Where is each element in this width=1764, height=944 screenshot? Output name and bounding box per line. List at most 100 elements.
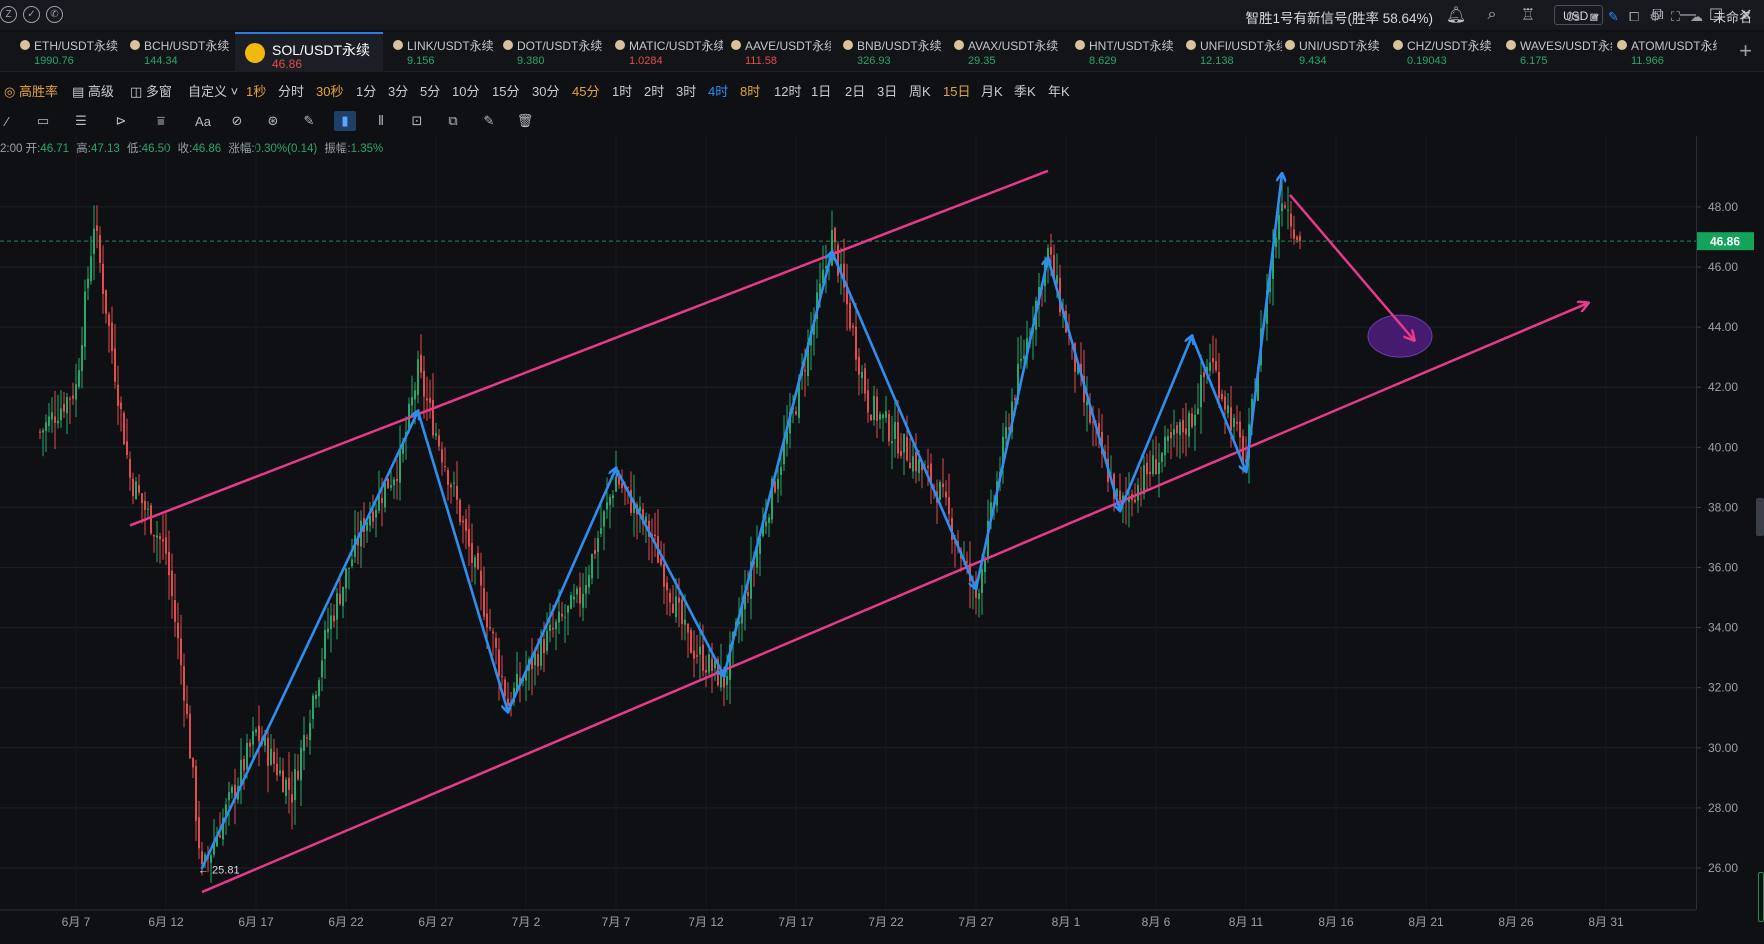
search-icon[interactable]: ⌕ [1480, 4, 1504, 26]
candle-body [1110, 476, 1112, 480]
logo-icon[interactable]: Z [0, 6, 17, 23]
timeframe-13[interactable]: 4时 [708, 81, 728, 100]
timeframe-12[interactable]: 3时 [676, 81, 696, 100]
timeframe-8[interactable]: 30分 [532, 81, 559, 100]
compass-icon[interactable]: ✓ [23, 6, 40, 23]
bell-icon[interactable]: 🔔︎ [1444, 4, 1468, 26]
candle-body [1053, 255, 1055, 280]
side-panel-handle[interactable] [1756, 498, 1764, 536]
fib-icon[interactable]: ☰ [70, 111, 92, 131]
timeframe-4[interactable]: 3分 [388, 81, 408, 100]
timeframe-11[interactable]: 2时 [644, 81, 664, 100]
edit-icon[interactable]: ✎ [478, 111, 500, 131]
x-tick-label: 6月 27 [418, 915, 454, 929]
timeframe-3[interactable]: 1分 [356, 81, 376, 100]
y-tick-label: 28.00 [1708, 801, 1738, 815]
lock-icon[interactable]: ⊡ [406, 111, 428, 131]
tab-eth[interactable]: ETH/USDT永续 1990.76 [20, 32, 122, 72]
candle-body [903, 433, 905, 453]
lead-0[interactable]: ◎ 高胜率 [4, 81, 58, 100]
cloud-icon[interactable]: ☁ [1690, 9, 1703, 25]
trash-icon[interactable]: 🗑︎ [514, 111, 536, 131]
window-icon[interactable]: ⧠ [1629, 9, 1639, 25]
timeframe-6[interactable]: 10分 [452, 81, 479, 100]
timeframe-20[interactable]: 15日 [943, 81, 970, 100]
candle-body [171, 570, 173, 597]
candle-body [723, 671, 725, 688]
timeframe-1[interactable]: 分时 [278, 81, 304, 100]
candle-body [1026, 338, 1028, 360]
candle-body [459, 499, 461, 523]
timeframe-18[interactable]: 3日 [877, 81, 897, 100]
tab-bnb[interactable]: BNB/USDT永续 326.93 [843, 32, 943, 72]
tab-sol[interactable]: SOL/USDT永续 46.86 [235, 32, 383, 72]
candle-body [240, 759, 242, 786]
candle-body [981, 569, 983, 594]
signal-notice[interactable]: 智胜1号有新信号(胜率 58.64%) [1245, 7, 1433, 27]
tab-matic[interactable]: MATIC/USDT永续 1.0284 [615, 32, 723, 72]
measure-icon[interactable]: ▮ [334, 111, 356, 131]
tab-avax[interactable]: AVAX/USDT永续 29.35 [954, 32, 1062, 72]
tab-dot[interactable]: DOT/USDT永续 9.380 [503, 32, 603, 72]
tab-aave[interactable]: AAVE/USDT永续 111.58 [731, 32, 831, 72]
tab-link[interactable]: LINK/USDT永续 9.156 [393, 32, 493, 72]
timeframe-7[interactable]: 15分 [492, 81, 519, 100]
lead-3[interactable]: 自定义 ˅ [188, 81, 238, 100]
channel-icon[interactable]: ⩸ [150, 111, 172, 131]
rectangle-icon[interactable]: ▭ [32, 111, 54, 131]
camera-icon[interactable]: ◙ [1590, 9, 1598, 24]
tab-symbol: AVAX/USDT永续 [968, 39, 1059, 53]
lead-2[interactable]: ◫ 多窗 [130, 81, 172, 100]
timeframe-23[interactable]: 年K [1048, 81, 1070, 100]
candle-body [789, 411, 791, 434]
tab-symbol: UNFI/USDT永续 [1200, 39, 1282, 53]
tab-waves[interactable]: WAVES/USDT永续 6.175 [1506, 32, 1612, 72]
candle-body [999, 471, 1001, 483]
volume-scroll-handle[interactable] [1758, 872, 1764, 922]
tab-symbol: ATOM/USDT永续 [1631, 39, 1717, 53]
lead-1[interactable]: ▤ 高级 [72, 81, 114, 100]
fullscreen-icon[interactable]: ⛶ [1671, 9, 1680, 25]
layout-name[interactable]: 未命名 [1713, 7, 1752, 26]
candle-body [1056, 275, 1058, 284]
candle-body [483, 588, 485, 617]
tab-hnt[interactable]: HNT/USDT永续 8.629 [1075, 32, 1175, 72]
timeframe-5[interactable]: 5分 [420, 81, 440, 100]
tab-chz[interactable]: CHZ/USDT永续 0.19043 [1393, 32, 1493, 72]
magnet-icon[interactable]: ⊛ [262, 111, 284, 131]
candle-body [837, 244, 839, 276]
candle-body [501, 675, 503, 677]
timeframe-22[interactable]: 季K [1014, 81, 1036, 100]
tab-unfi[interactable]: UNFI/USDT永续 12.138 [1186, 32, 1282, 72]
pattern-icon[interactable]: ⊳ [110, 111, 132, 131]
timeframe-19[interactable]: 周K [909, 81, 931, 100]
candle-icon[interactable]: ⦀ [370, 111, 392, 131]
pen-icon[interactable]: ✎ [1608, 9, 1619, 25]
trend-line-icon[interactable]: ⁄ [0, 111, 18, 131]
timeframe-21[interactable]: 月K [981, 81, 1003, 100]
copy-icon[interactable]: ⧉ [442, 111, 464, 131]
tab-bch[interactable]: BCH/USDT永续 144.34 [130, 32, 230, 72]
tab-uni[interactable]: UNI/USDT永续 9.434 [1285, 32, 1385, 72]
pencil-icon[interactable]: ✎ [298, 111, 320, 131]
tab-atom[interactable]: ATOM/USDT永续 11.966 [1617, 32, 1717, 72]
candle-body [612, 495, 614, 499]
timeframe-14[interactable]: 8时 [740, 81, 760, 100]
timeframe-9[interactable]: 45分 [572, 81, 599, 100]
candle-body [1023, 355, 1025, 359]
shirt-icon[interactable]: ♖ [1516, 4, 1540, 26]
add-tab-icon[interactable]: + [1739, 38, 1752, 64]
timeframe-16[interactable]: 1日 [811, 81, 831, 100]
timeframe-0[interactable]: 1秒 [246, 81, 266, 100]
ruler-icon[interactable]: ⊘ [226, 111, 248, 131]
timeframe-15[interactable]: 12时 [774, 81, 801, 100]
timeframe-17[interactable]: 2日 [845, 81, 865, 100]
timeframe-10[interactable]: 1时 [612, 81, 632, 100]
timeframe-2[interactable]: 30秒 [316, 81, 343, 100]
phone-icon[interactable]: ✆ [46, 6, 63, 23]
candle-body [696, 655, 698, 657]
candle-body [312, 695, 314, 720]
settings-icon[interactable]: ⚙ [1649, 9, 1661, 25]
tab-symbol: ETH/USDT永续 [34, 39, 119, 53]
text-icon[interactable]: Aa [192, 111, 214, 131]
